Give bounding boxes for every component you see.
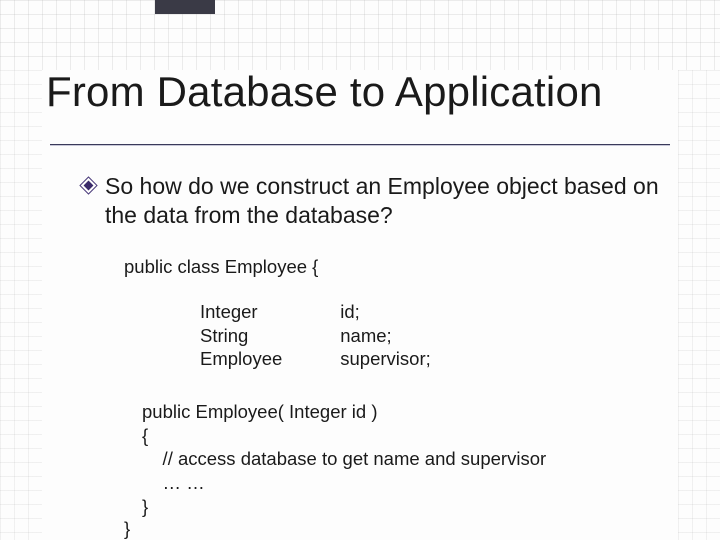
field-type: Integer [200,300,282,324]
slide: From Database to Application So how do w… [0,0,720,540]
ctor-comment: // access database to get name and super… [142,447,546,471]
field-type: String [200,324,282,348]
code-constructor: public Employee( Integer id ) { // acces… [142,400,546,518]
diamond-bullet-icon [82,179,95,192]
class-close-brace: } [124,518,130,540]
field-name: id; [340,300,430,324]
code-line: public class Employee { [124,255,318,279]
slide-body: So how do we construct an Employee objec… [82,172,680,231]
title-underline [50,144,670,146]
slide-title: From Database to Application [46,68,603,116]
field-names-col: id; name; supervisor; [340,300,430,371]
ctor-close-brace: } [142,495,546,519]
field-type: Employee [200,347,282,371]
ctor-open-brace: { [142,424,546,448]
field-name: name; [340,324,430,348]
decorative-top-grid [0,0,720,70]
bullet-row: So how do we construct an Employee objec… [82,172,680,231]
field-types-col: Integer String Employee [200,300,282,371]
decorative-side-grid-left [0,70,42,540]
field-name: supervisor; [340,347,430,371]
decorative-side-grid-right [678,70,720,540]
ctor-signature: public Employee( Integer id ) [142,400,546,424]
code-fields: Integer String Employee id; name; superv… [200,300,431,371]
bullet-text: So how do we construct an Employee objec… [105,172,665,231]
ctor-ellipsis: … … [142,471,546,495]
code-class-decl: public class Employee { [124,255,318,279]
